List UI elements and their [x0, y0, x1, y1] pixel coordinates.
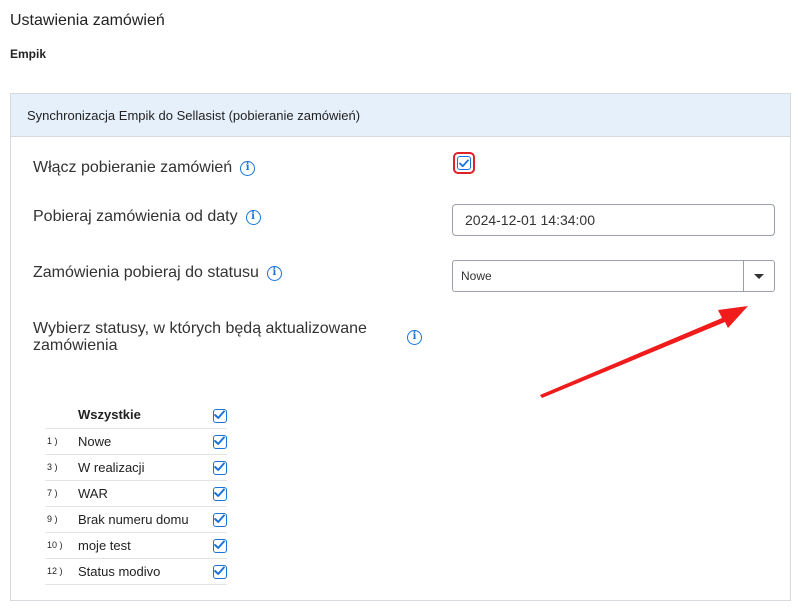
date-label: Pobieraj zamówienia od daty [33, 208, 238, 225]
enable-download-checkbox-highlight [453, 152, 475, 174]
status-number: 7 ) [45, 480, 78, 507]
checkmark-icon [214, 566, 225, 575]
status-table: Wszystkie 1 ) Nowe 3 ) W realizacji 7 ) … [45, 402, 227, 585]
checkmark-icon [214, 514, 225, 523]
checkmark-icon [214, 488, 225, 497]
status-all-label: Wszystkie [78, 402, 207, 429]
info-icon[interactable]: i [240, 160, 256, 176]
table-row: 1 ) Nowe [45, 428, 227, 455]
status-checkbox[interactable] [213, 434, 227, 449]
checkmark-icon [214, 462, 225, 471]
status-checkbox[interactable] [213, 460, 227, 475]
status-checkbox[interactable] [213, 564, 227, 579]
enable-download-label: Włącz pobieranie zamówień [33, 159, 233, 176]
status-select-toggle[interactable] [743, 261, 774, 291]
status-name: Status modivo [78, 558, 207, 585]
sync-panel: Synchronizacja Empik do Sellasist (pobie… [10, 93, 791, 601]
page-subtitle: Empik [10, 47, 47, 61]
status-name: Nowe [78, 428, 207, 455]
date-row: Pobieraj zamówienia od daty i [33, 208, 261, 226]
date-input[interactable]: 2024-12-01 14:34:00 [452, 204, 775, 236]
status-checkbox[interactable] [213, 512, 227, 527]
status-number: 3 ) [45, 454, 78, 481]
status-number: 10 ) [45, 532, 78, 559]
table-row: 9 ) Brak numeru domu [45, 506, 227, 533]
table-row: 7 ) WAR [45, 480, 227, 507]
status-number: 9 ) [45, 506, 78, 533]
update-statuses-label: Wybierz statusy, w których będą aktualiz… [33, 320, 367, 354]
checkmark-icon [459, 158, 469, 167]
status-name: moje test [78, 532, 207, 559]
info-icon[interactable]: i [266, 265, 282, 281]
caret-down-icon [754, 273, 764, 279]
panel-header: Synchronizacja Empik do Sellasist (pobie… [11, 94, 790, 137]
table-row: 10 ) moje test [45, 532, 227, 559]
status-checkbox[interactable] [213, 486, 227, 501]
status-number: 12 ) [45, 558, 78, 585]
table-row: 3 ) W realizacji [45, 454, 227, 481]
checkmark-icon [214, 436, 225, 445]
info-icon[interactable]: i [407, 330, 422, 345]
checkmark-icon [214, 540, 225, 549]
status-all-row: Wszystkie [45, 402, 227, 429]
status-row: Zamówienia pobieraj do statusu i [33, 264, 282, 282]
table-row: 12 ) Status modivo [45, 558, 227, 585]
status-number: 1 ) [45, 428, 78, 455]
status-select[interactable]: Nowe [452, 260, 775, 292]
status-name: WAR [78, 480, 207, 507]
status-all-checkbox[interactable] [213, 408, 227, 423]
status-name: Brak numeru domu [78, 506, 207, 533]
status-label: Zamówienia pobieraj do statusu [33, 264, 259, 281]
status-name: W realizacji [78, 454, 207, 481]
enable-download-checkbox[interactable] [457, 156, 471, 170]
page-title: Ustawienia zamówień [10, 12, 165, 29]
info-icon[interactable]: i [245, 209, 261, 225]
checkmark-icon [214, 410, 225, 419]
status-select-value: Nowe [461, 269, 492, 283]
status-checkbox[interactable] [213, 538, 227, 553]
enable-download-row: Włącz pobieranie zamówień i [33, 159, 256, 177]
